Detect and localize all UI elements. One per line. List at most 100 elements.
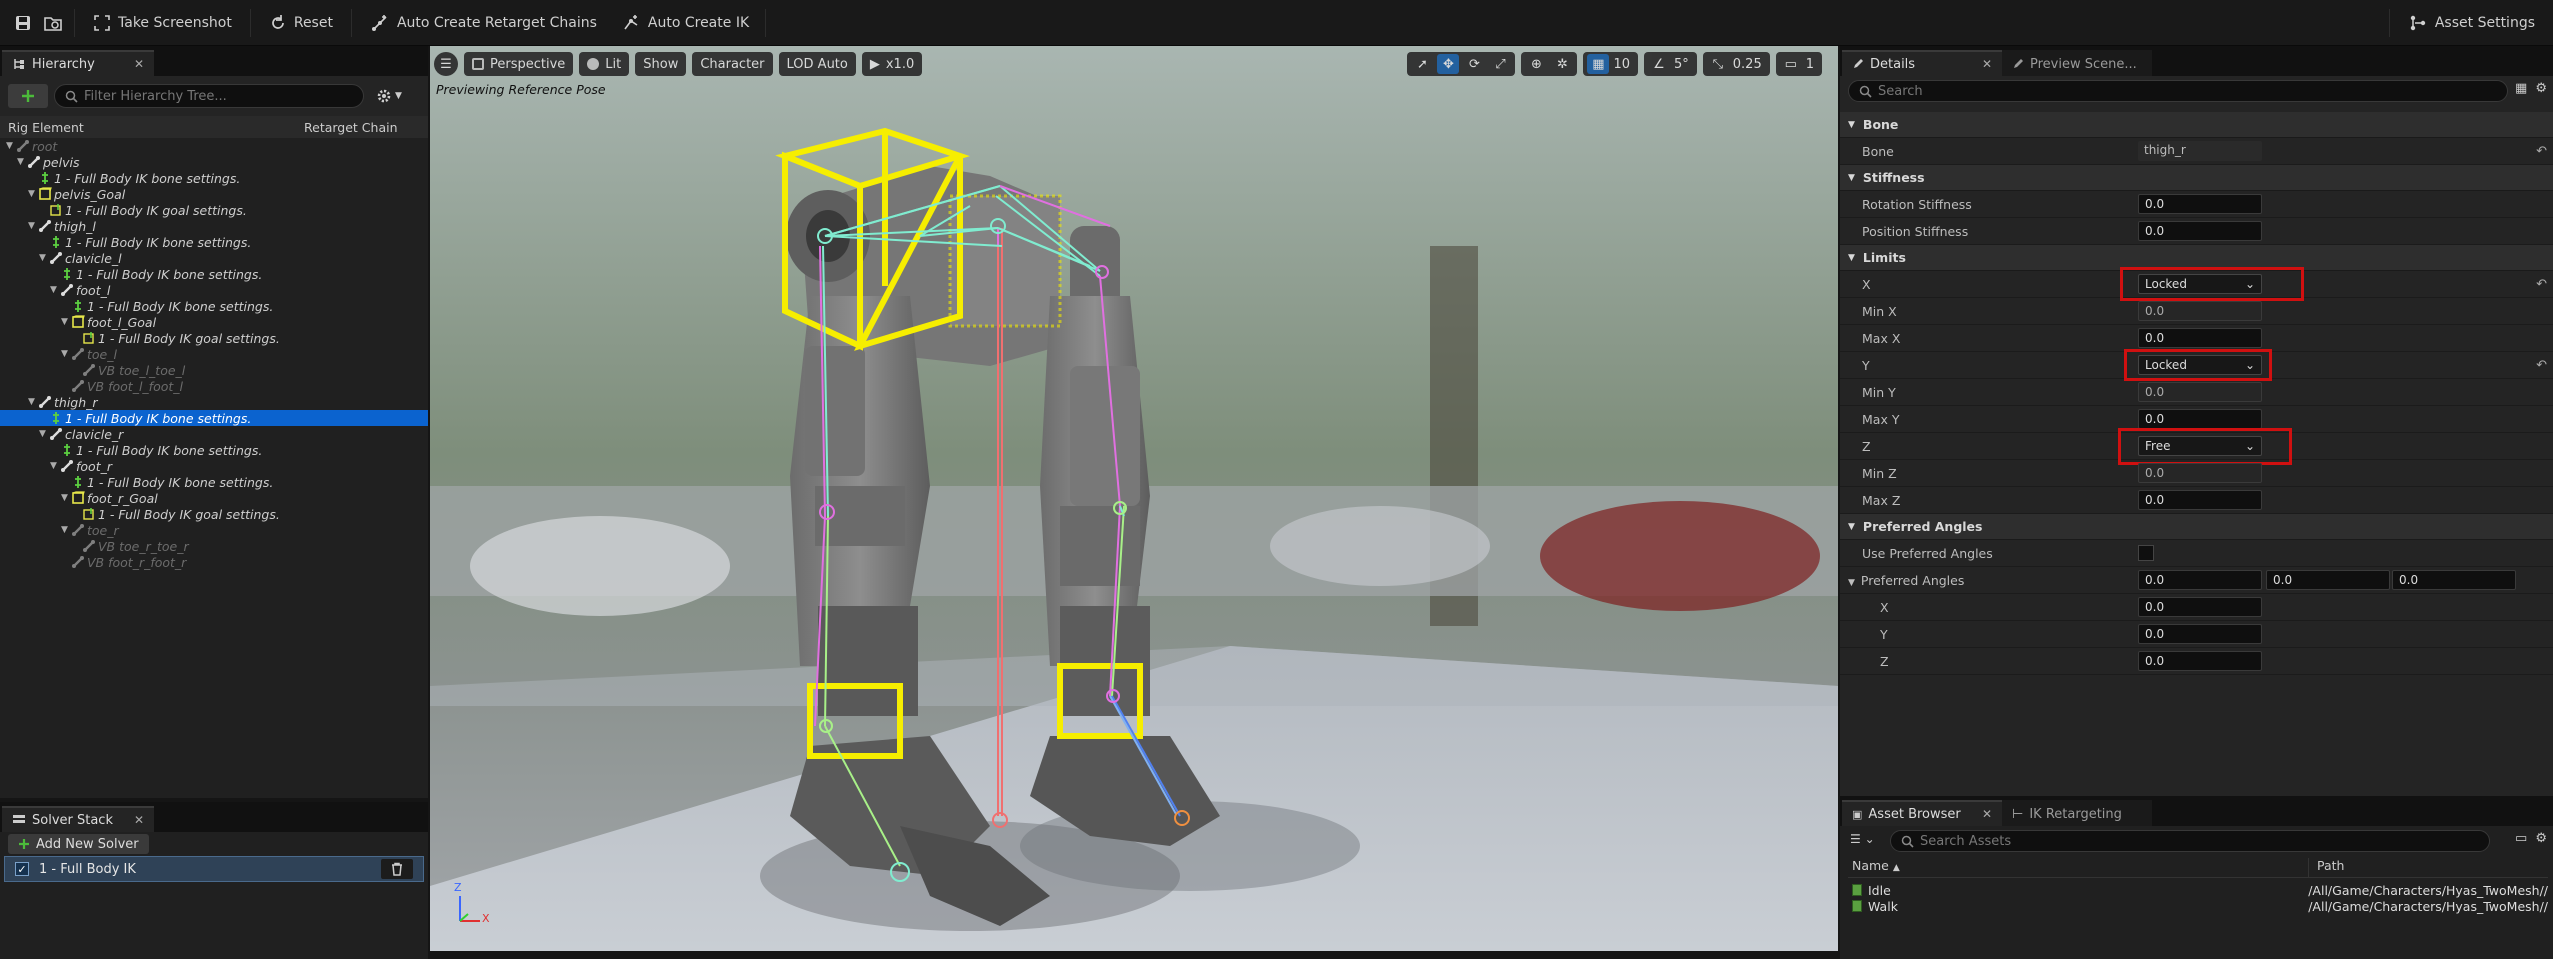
tab-solver-stack[interactable]: Solver Stack ✕ xyxy=(2,806,154,832)
tree-row[interactable]: ▼ foot_l xyxy=(0,282,428,298)
angle-snap-icon[interactable]: ∠ xyxy=(1648,54,1670,74)
perspective-button[interactable]: Perspective xyxy=(464,52,574,76)
select-tool-icon[interactable]: ➚ xyxy=(1411,54,1433,74)
expand-arrow-icon[interactable]: ▼ xyxy=(61,493,71,503)
tree-row[interactable]: ▼ foot_r xyxy=(0,458,428,474)
tree-row[interactable]: ▼ thigh_r xyxy=(0,394,428,410)
auto-create-retarget-chains-button[interactable]: Auto Create Retarget Chains xyxy=(358,7,609,39)
add-new-solver-button[interactable]: Add New Solver xyxy=(8,834,149,854)
show-button[interactable]: Show xyxy=(635,52,687,76)
preferred-z-field[interactable]: 0.0 xyxy=(2138,651,2262,671)
tab-preview-scene[interactable]: Preview Scene... xyxy=(2002,50,2152,76)
min-y-field[interactable]: 0.0 xyxy=(2138,382,2262,402)
reset-to-default-icon[interactable]: ↶ xyxy=(2536,277,2547,292)
position-stiffness-field[interactable]: 0.0 xyxy=(2138,221,2262,241)
preferred-angle-z-field[interactable]: 0.0 xyxy=(2392,570,2516,590)
category-stiffness[interactable]: ▼ Stiffness xyxy=(1840,165,2553,191)
max-x-field[interactable]: 0.0 xyxy=(2138,328,2262,348)
preferred-y-field[interactable]: 0.0 xyxy=(2138,624,2262,644)
tree-row[interactable]: 1 - Full Body IK bone settings. xyxy=(0,474,428,490)
tree-row[interactable]: ▼ root xyxy=(0,138,428,154)
scale-tool-icon[interactable]: ⤢ xyxy=(1489,54,1511,74)
take-screenshot-button[interactable]: Take Screenshot xyxy=(81,7,244,39)
tree-row[interactable]: VB toe_l_toe_l xyxy=(0,362,428,378)
reset-to-default-icon[interactable]: ↶ xyxy=(2536,144,2547,159)
tree-row[interactable]: 1 - Full Body IK bone settings. xyxy=(0,442,428,458)
character-button[interactable]: Character xyxy=(692,52,773,76)
camera-icon[interactable]: ▭ xyxy=(1780,54,1802,74)
expand-arrow-icon[interactable]: ▼ xyxy=(50,285,60,295)
tree-row[interactable]: ▼ pelvis xyxy=(0,154,428,170)
tab-hierarchy[interactable]: Hierarchy ✕ xyxy=(2,50,154,76)
add-element-button[interactable] xyxy=(8,84,48,108)
col-rig-element[interactable]: Rig Element xyxy=(0,116,296,138)
auto-create-ik-button[interactable]: Auto Create IK xyxy=(609,7,761,39)
expand-arrow-icon[interactable]: ▼ xyxy=(6,141,16,151)
tree-row[interactable]: ▼ pelvis_Goal xyxy=(0,186,428,202)
preferred-angle-x-field[interactable]: 0.0 xyxy=(2138,570,2262,590)
tree-row[interactable]: ▼ foot_l_Goal xyxy=(0,314,428,330)
filter-button[interactable]: ☰ ⌄ xyxy=(1850,832,1875,846)
lod-button[interactable]: LOD Auto xyxy=(778,52,856,76)
tab-ik-retargeting[interactable]: ⊢ IK Retargeting xyxy=(2002,800,2152,826)
asset-settings-button[interactable]: Asset Settings xyxy=(2396,7,2547,39)
gear-icon[interactable]: ⚙ xyxy=(2535,81,2547,96)
scale-snap-icon[interactable]: ⤡ xyxy=(1707,54,1729,74)
reset-to-default-icon[interactable]: ↶ xyxy=(2536,358,2547,373)
expand-arrow-icon[interactable]: ▼ xyxy=(61,349,71,359)
save-icon[interactable] xyxy=(8,7,38,39)
surface-snap-icon[interactable]: ✲ xyxy=(1551,54,1573,74)
folder-icon[interactable]: ▭ xyxy=(2515,831,2527,846)
lit-button[interactable]: Lit xyxy=(579,52,630,76)
solver-enabled-checkbox[interactable]: ✓ xyxy=(15,862,29,876)
tree-row[interactable]: 1 - Full Body IK bone settings. xyxy=(0,266,428,282)
close-icon[interactable]: ✕ xyxy=(134,813,144,827)
tab-details[interactable]: Details ✕ xyxy=(1842,50,2002,76)
preferred-angle-y-field[interactable]: 0.0 xyxy=(2266,570,2390,590)
close-icon[interactable]: ✕ xyxy=(1982,57,1992,71)
table-view-icon[interactable]: ▦ xyxy=(2515,81,2527,96)
asset-row[interactable]: Walk/All/Game/Characters/Hyas_TwoMesh// xyxy=(1848,898,2548,914)
hierarchy-settings-button[interactable]: ▼ xyxy=(376,88,402,104)
viewport-menu-button[interactable]: ☰ xyxy=(434,52,458,76)
max-z-field[interactable]: 0.0 xyxy=(2138,490,2262,510)
translate-tool-icon[interactable]: ✥ xyxy=(1437,54,1460,74)
col-retarget-chain[interactable]: Retarget Chain xyxy=(296,116,406,138)
tree-row[interactable]: ▼ toe_l xyxy=(0,346,428,362)
min-x-field[interactable]: 0.0 xyxy=(2138,301,2262,321)
angle-snap-group[interactable]: ∠ 5° xyxy=(1643,52,1697,76)
rotation-stiffness-field[interactable]: 0.0 xyxy=(2138,194,2262,214)
expand-arrow-icon[interactable]: ▼ xyxy=(39,253,49,263)
tree-row[interactable]: ▼ thigh_l xyxy=(0,218,428,234)
expand-arrow-icon[interactable]: ▼ xyxy=(17,157,27,167)
expand-arrow-icon[interactable]: ▼ xyxy=(28,189,38,199)
viewport[interactable]: Z X ☰ Perspective Lit Show Character LOD… xyxy=(430,46,1838,951)
tree-row[interactable]: VB foot_l_foot_l xyxy=(0,378,428,394)
expand-arrow-icon[interactable]: ▼ xyxy=(61,317,71,327)
reset-button[interactable]: Reset xyxy=(257,7,345,39)
close-icon[interactable]: ✕ xyxy=(1982,807,1992,821)
use-preferred-angles-checkbox[interactable] xyxy=(2138,545,2154,561)
close-icon[interactable]: ✕ xyxy=(134,57,144,71)
max-y-field[interactable]: 0.0 xyxy=(2138,409,2262,429)
grid-snap-icon[interactable]: ▦ xyxy=(1587,54,1610,74)
tree-row[interactable]: ▼ clavicle_r xyxy=(0,426,428,442)
category-preferred-angles[interactable]: ▼ Preferred Angles xyxy=(1840,514,2553,540)
delete-solver-button[interactable] xyxy=(381,859,413,879)
tree-row[interactable]: 1 - Full Body IK bone settings. xyxy=(0,170,428,186)
grid-snap-group[interactable]: ▦ 10 xyxy=(1583,52,1638,76)
tree-row[interactable]: ▼ clavicle_l xyxy=(0,250,428,266)
col-path[interactable]: Path xyxy=(2308,858,2344,877)
col-name[interactable]: Name ▲ xyxy=(1848,858,2308,877)
asset-row[interactable]: Idle/All/Game/Characters/Hyas_TwoMesh// xyxy=(1848,882,2548,898)
tree-row[interactable]: 1 - Full Body IK goal settings. xyxy=(0,202,428,218)
tree-row[interactable]: 1 - Full Body IK goal settings. xyxy=(0,330,428,346)
scale-snap-group[interactable]: ⤡ 0.25 xyxy=(1702,52,1770,76)
expand-arrow-icon[interactable]: ▼ xyxy=(28,397,38,407)
expand-arrow-icon[interactable]: ▼ xyxy=(39,429,49,439)
preferred-x-field[interactable]: 0.0 xyxy=(2138,597,2262,617)
browse-icon[interactable] xyxy=(38,7,68,39)
tree-row[interactable]: VB toe_r_toe_r xyxy=(0,538,428,554)
tab-asset-browser[interactable]: ▣ Asset Browser ✕ xyxy=(1842,800,2002,826)
playback-speed-button[interactable]: ▶ x1.0 xyxy=(861,52,923,76)
